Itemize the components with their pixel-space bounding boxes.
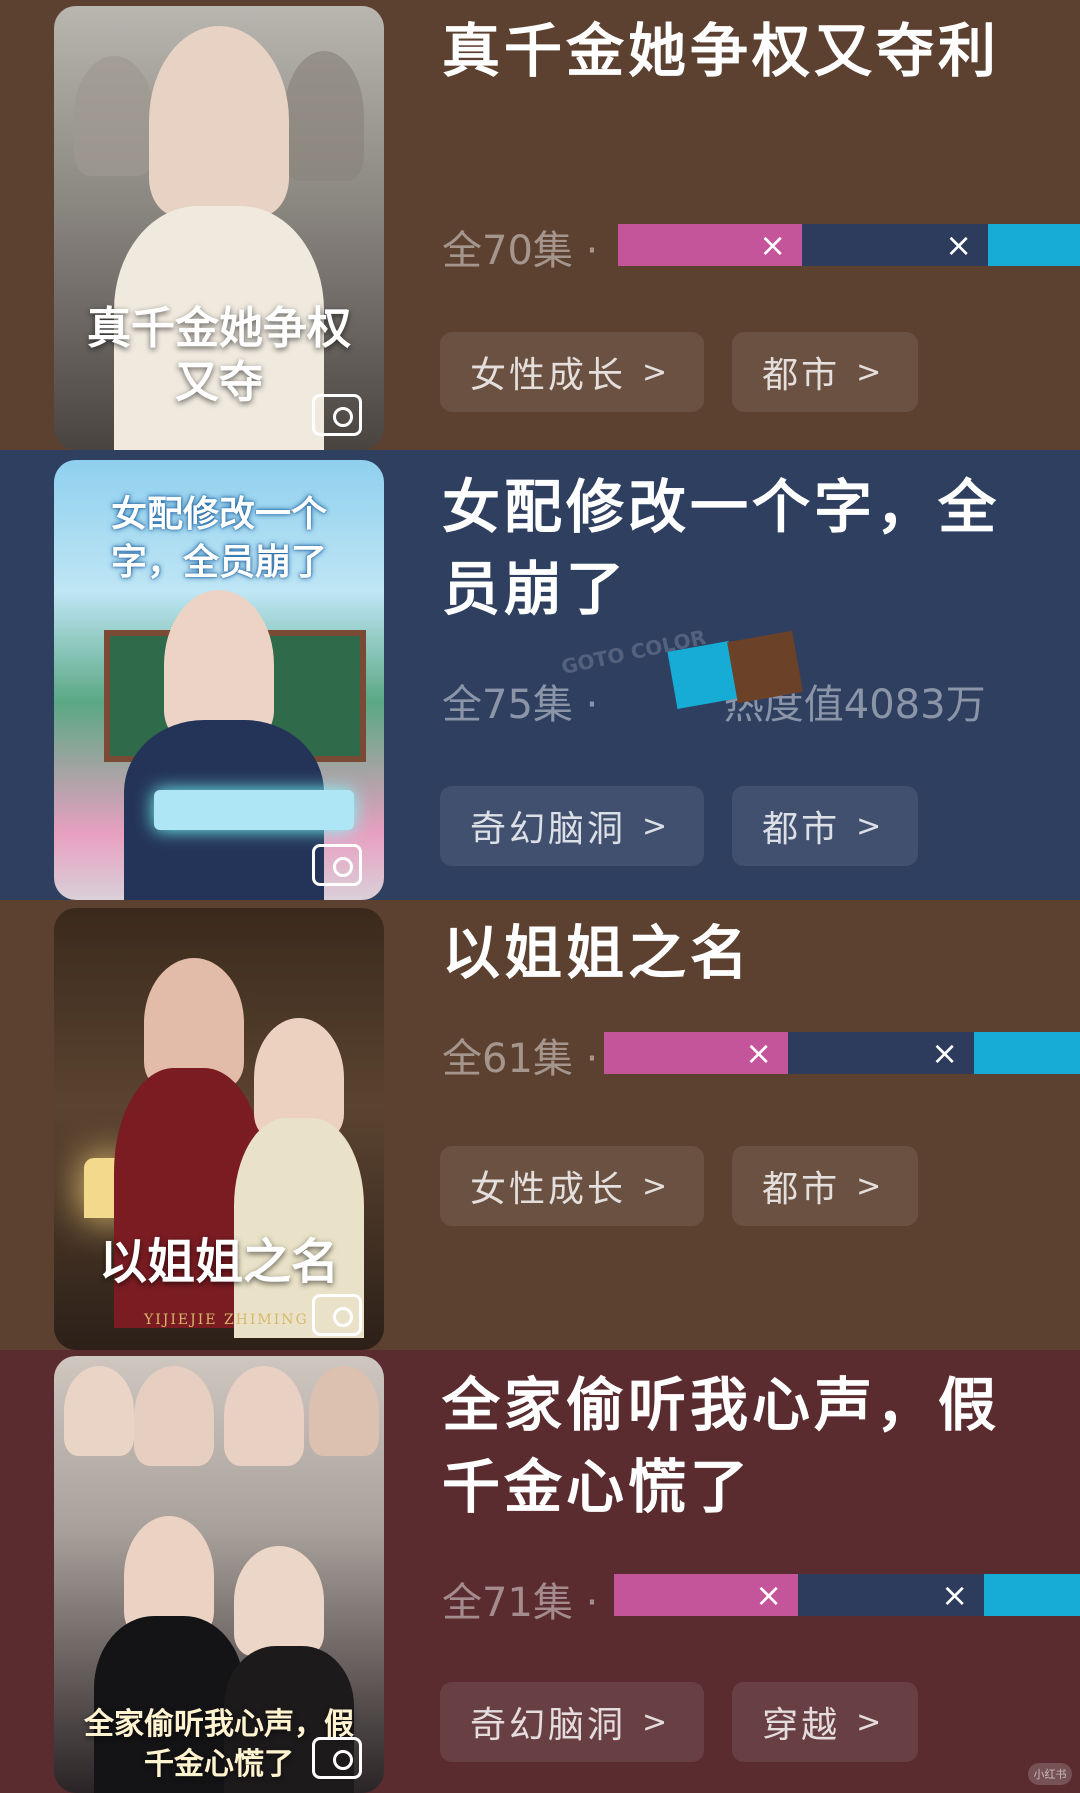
episode-count-label: 全71集 xyxy=(442,1580,573,1626)
tag-label: 都市 xyxy=(762,1169,841,1210)
separator: · xyxy=(585,1036,599,1082)
chevron-right-icon: > xyxy=(642,1168,671,1204)
tag-label: 奇幻脑洞 xyxy=(470,809,627,850)
episode-count-label: 全75集 xyxy=(442,682,573,728)
close-icon: × xyxy=(759,226,786,264)
chevron-right-icon: > xyxy=(856,808,885,844)
episode-count-4: 全71集 · xyxy=(442,1570,598,1628)
tag-label: 都市 xyxy=(762,809,841,850)
drama-title-3[interactable]: 以姐姐之名 xyxy=(442,912,1042,994)
close-icon: × xyxy=(931,1034,958,1072)
poster-subtitle-3: YIJIEJIE ZHIMING xyxy=(144,1312,309,1328)
tag-list-1: 女性成长 > 都市 > xyxy=(440,332,919,412)
video-icon xyxy=(312,394,362,436)
video-icon xyxy=(312,1737,362,1779)
poster-title-2: 女配修改一个字，全员崩了 xyxy=(110,493,327,583)
chevron-right-icon: > xyxy=(642,808,671,844)
episode-count-3: 全61集 · xyxy=(442,1026,598,1084)
tag-label: 穿越 xyxy=(762,1705,841,1746)
tag-label: 奇幻脑洞 xyxy=(470,1705,627,1746)
video-icon xyxy=(312,844,362,886)
drama-card-1[interactable]: 真千金她争权又夺 真千金她争权又夺利 全70集 · × × 女性成长 > 都市 > xyxy=(0,0,1080,450)
drama-poster-2[interactable]: 女配修改一个字，全员崩了 xyxy=(54,460,384,900)
separator: · xyxy=(585,228,599,274)
color-overlay-bar: × × xyxy=(604,1032,1080,1074)
close-icon: × xyxy=(941,1576,968,1614)
drama-title-1[interactable]: 真千金她争权又夺利 xyxy=(442,10,1042,92)
episode-count-1: 全70集 · xyxy=(442,218,598,276)
color-swatch-brown xyxy=(727,630,803,704)
episode-count-label: 全61集 xyxy=(442,1036,573,1082)
tag-label: 女性成长 xyxy=(470,1169,627,1210)
chevron-right-icon: > xyxy=(642,1704,671,1740)
tag-chip[interactable]: 奇幻脑洞 > xyxy=(440,786,705,866)
tag-label: 都市 xyxy=(762,355,841,396)
drama-title-4[interactable]: 全家偷听我心声，假千金心慌了 xyxy=(442,1364,1042,1528)
drama-card-4[interactable]: 全家偷听我心声，假千金心慌了 全家偷听我心声，假千金心慌了 全71集 · × ×… xyxy=(0,1350,1080,1793)
close-icon: × xyxy=(945,226,972,264)
chevron-right-icon: > xyxy=(856,1704,885,1740)
tag-list-3: 女性成长 > 都市 > xyxy=(440,1146,919,1226)
tag-list-4: 奇幻脑洞 > 穿越 > xyxy=(440,1682,919,1762)
tag-label: 女性成长 xyxy=(470,355,627,396)
drama-poster-1[interactable]: 真千金她争权又夺 xyxy=(54,6,384,450)
poster-title-3: 以姐姐之名 xyxy=(98,1234,339,1290)
chevron-right-icon: > xyxy=(856,354,885,390)
close-icon: × xyxy=(745,1034,772,1072)
drama-poster-4[interactable]: 全家偷听我心声，假千金心慌了 xyxy=(54,1356,384,1793)
tag-chip[interactable]: 都市 > xyxy=(732,1146,919,1226)
chevron-right-icon: > xyxy=(642,354,671,390)
tag-chip[interactable]: 女性成长 > xyxy=(440,1146,705,1226)
tag-chip[interactable]: 都市 > xyxy=(732,786,919,866)
color-overlay-bar: × × xyxy=(614,1574,1080,1616)
color-overlay-bar: × × xyxy=(618,224,1080,266)
separator: · xyxy=(585,1580,599,1626)
drama-title-2[interactable]: 女配修改一个字，全员崩了 xyxy=(442,466,1042,630)
tag-chip[interactable]: 都市 > xyxy=(732,332,919,412)
separator: · xyxy=(585,682,599,728)
drama-poster-3[interactable]: 以姐姐之名 YIJIEJIE ZHIMING xyxy=(54,908,384,1350)
drama-card-3[interactable]: 以姐姐之名 YIJIEJIE ZHIMING 以姐姐之名 全61集 · × × … xyxy=(0,900,1080,1350)
chevron-right-icon: > xyxy=(856,1168,885,1204)
tag-list-2: 奇幻脑洞 > 都市 > xyxy=(440,786,919,866)
corner-watermark-badge: 小红书 xyxy=(1028,1763,1072,1785)
close-icon: × xyxy=(755,1576,782,1614)
drama-card-2[interactable]: 女配修改一个字，全员崩了 女配修改一个字，全员崩了 GOTO COLOR 全75… xyxy=(0,450,1080,900)
tag-chip[interactable]: 奇幻脑洞 > xyxy=(440,1682,705,1762)
tag-chip[interactable]: 穿越 > xyxy=(732,1682,919,1762)
video-icon xyxy=(312,1294,362,1336)
episode-count-label: 全70集 xyxy=(442,228,573,274)
tag-chip[interactable]: 女性成长 > xyxy=(440,332,705,412)
